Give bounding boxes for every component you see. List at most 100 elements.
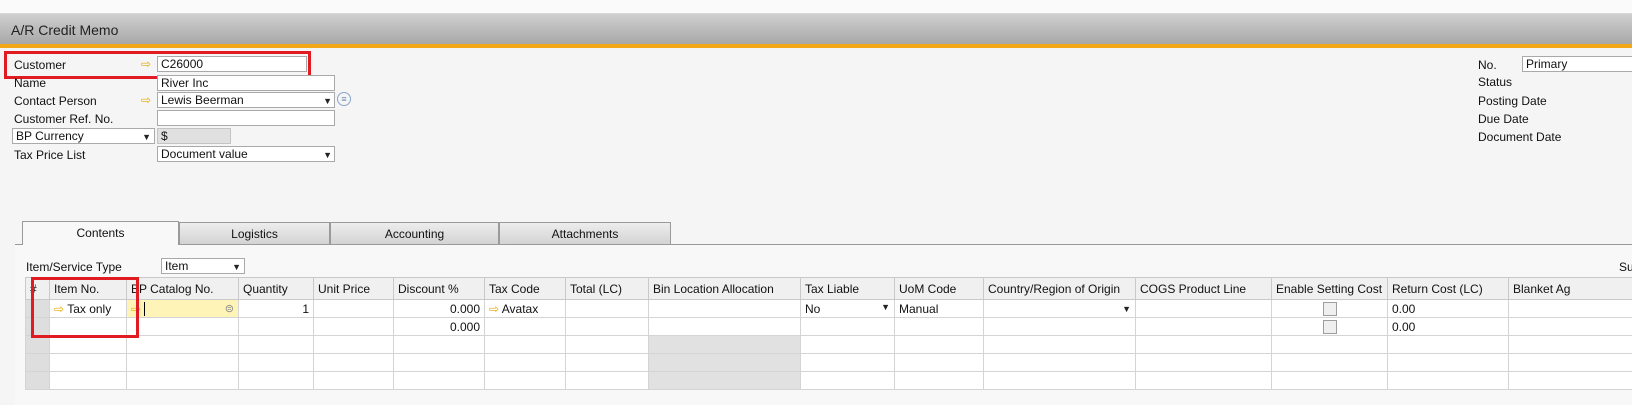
tax-liable-cell[interactable] [801,318,895,336]
tab-contents[interactable]: Contents [22,221,179,245]
series-field[interactable]: Primary [1522,56,1632,72]
empty-cell[interactable] [50,354,127,372]
empty-cell[interactable] [239,354,314,372]
empty-cell[interactable] [239,372,314,390]
enable-setting-cost-checkbox[interactable] [1323,302,1337,316]
empty-cell[interactable] [801,372,895,390]
empty-cell[interactable] [314,372,394,390]
tax-price-list-select[interactable]: Document value ▼ [157,146,335,162]
chevron-down-icon[interactable]: ▼ [142,130,151,144]
customer-field[interactable]: C26000 [157,56,307,72]
blanket-agreement-cell[interactable] [1509,318,1632,336]
empty-cell[interactable] [801,354,895,372]
quantity-cell[interactable] [239,318,314,336]
col-header-return-cost[interactable]: Return Cost (LC) [1388,278,1509,300]
col-header-tax-code[interactable]: Tax Code [485,278,566,300]
empty-cell[interactable] [566,354,649,372]
empty-cell[interactable] [394,336,485,354]
tax-liable-cell[interactable]: No▼ [801,300,895,318]
tab-logistics[interactable]: Logistics [179,222,330,244]
empty-cell[interactable] [1272,354,1388,372]
empty-cell[interactable] [566,372,649,390]
customer-ref-field[interactable] [157,110,335,126]
chevron-down-icon[interactable]: ▼ [881,302,890,312]
empty-cell[interactable] [127,372,239,390]
contact-link-arrow-icon[interactable]: ⇨ [141,93,151,107]
total-lc-cell[interactable] [566,300,649,318]
tab-attachments[interactable]: Attachments [499,222,671,244]
empty-cell[interactable] [1272,372,1388,390]
empty-cell[interactable] [239,336,314,354]
bin-location-cell[interactable] [649,300,801,318]
empty-cell[interactable] [1509,372,1632,390]
total-lc-cell[interactable] [566,318,649,336]
cogs-product-line-cell[interactable] [1136,300,1272,318]
cogs-product-line-cell[interactable] [1136,318,1272,336]
empty-cell[interactable] [127,336,239,354]
empty-cell[interactable] [485,354,566,372]
discount-cell[interactable]: 0.000 [394,300,485,318]
empty-cell[interactable] [314,336,394,354]
empty-cell[interactable] [1136,372,1272,390]
chevron-down-icon[interactable]: ▼ [232,260,241,274]
empty-cell[interactable] [485,372,566,390]
col-header-country-origin[interactable]: Country/Region of Origin [984,278,1136,300]
empty-cell[interactable] [895,354,984,372]
empty-cell[interactable] [566,336,649,354]
link-arrow-icon[interactable]: ⇨ [489,302,499,316]
tab-accounting[interactable]: Accounting [330,222,499,244]
country-origin-cell[interactable]: ▼ [984,300,1136,318]
col-header-blanket-agreement[interactable]: Blanket Ag [1509,278,1632,300]
col-header-cogs-product-line[interactable]: COGS Product Line [1136,278,1272,300]
empty-cell[interactable] [314,354,394,372]
chevron-down-icon[interactable]: ▼ [323,94,332,108]
empty-cell[interactable] [50,336,127,354]
empty-cell[interactable] [984,354,1136,372]
empty-cell[interactable] [1272,336,1388,354]
empty-cell[interactable] [1509,336,1632,354]
return-cost-cell[interactable]: 0.00 [1388,300,1509,318]
empty-cell[interactable] [50,372,127,390]
list-icon[interactable]: ⊜ [225,302,234,315]
bp-catalog-no-cell[interactable]: ⇨ ⊜ [127,300,239,318]
bin-location-cell[interactable] [649,318,801,336]
name-field[interactable]: River Inc [157,75,335,91]
uom-code-cell[interactable]: Manual [895,300,984,318]
unit-price-cell[interactable] [314,300,394,318]
country-origin-cell[interactable] [984,318,1136,336]
empty-cell[interactable] [394,372,485,390]
customer-link-arrow-icon[interactable]: ⇨ [141,57,151,71]
tax-code-cell[interactable]: ⇨ Avatax [485,300,566,318]
item-service-type-select[interactable]: Item ▼ [161,258,245,274]
empty-cell[interactable] [1136,354,1272,372]
col-header-discount[interactable]: Discount % [394,278,485,300]
enable-setting-cost-checkbox[interactable] [1323,320,1337,334]
col-header-uom-code[interactable]: UoM Code [895,278,984,300]
empty-cell[interactable] [801,336,895,354]
empty-cell[interactable] [895,372,984,390]
empty-cell[interactable] [394,354,485,372]
quantity-cell[interactable]: 1 [239,300,314,318]
col-header-bin-location[interactable]: Bin Location Allocation [649,278,801,300]
chevron-down-icon[interactable]: ▼ [1122,304,1131,314]
empty-cell[interactable] [1509,354,1632,372]
blanket-agreement-cell[interactable] [1509,300,1632,318]
uom-code-cell[interactable] [895,318,984,336]
unit-price-cell[interactable] [314,318,394,336]
list-icon[interactable]: ≡ [337,92,351,106]
empty-cell[interactable] [1388,336,1509,354]
empty-cell[interactable] [1136,336,1272,354]
empty-cell[interactable] [1388,354,1509,372]
bp-catalog-no-cell[interactable] [127,318,239,336]
empty-cell[interactable] [1388,372,1509,390]
discount-cell[interactable]: 0.000 [394,318,485,336]
chevron-down-icon[interactable]: ▼ [323,148,332,162]
col-header-bp-catalog-no[interactable]: BP Catalog No. [127,278,239,300]
empty-cell[interactable] [127,354,239,372]
col-header-total-lc[interactable]: Total (LC) [566,278,649,300]
return-cost-cell[interactable]: 0.00 [1388,318,1509,336]
col-header-quantity[interactable]: Quantity [239,278,314,300]
tax-code-cell[interactable] [485,318,566,336]
empty-cell[interactable] [984,336,1136,354]
col-header-enable-setting-cost[interactable]: Enable Setting Cost [1272,278,1388,300]
